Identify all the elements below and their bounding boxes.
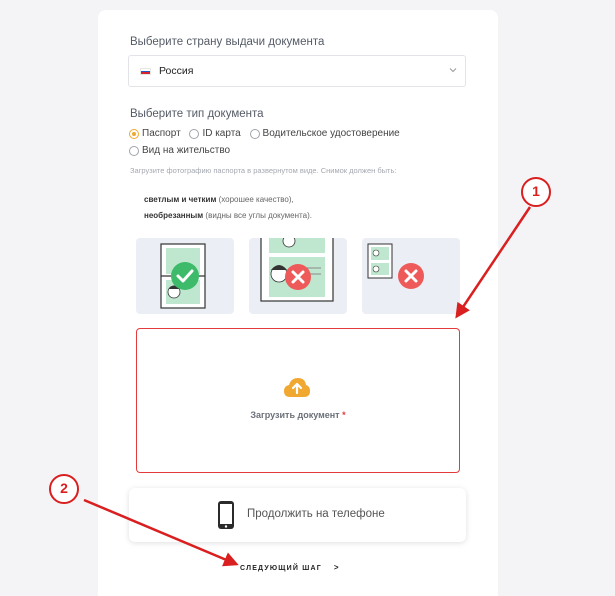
next-step-label: СЛЕДУЮЩИЙ ШАГ: [240, 565, 322, 572]
cross-icon: [398, 263, 424, 289]
next-step-button[interactable]: СЛЕДУЮЩИЙ ШАГ >: [240, 563, 339, 577]
upload-hint: Загрузите фотографию паспорта в разверну…: [130, 166, 397, 175]
example-cropped-photo: [249, 238, 347, 314]
radio-dot: [129, 129, 139, 139]
annotation-marker-1: 1: [521, 177, 551, 207]
radio-residence-permit[interactable]: Вид на жительство: [129, 144, 230, 158]
doc-type-label: Выберите тип документа: [130, 108, 264, 120]
example-good-photo: [136, 238, 234, 314]
radio-passport[interactable]: Паспорт: [129, 127, 181, 141]
document-upload-dropzone[interactable]: Загрузить документ *: [136, 328, 460, 473]
cloud-upload-icon: [284, 378, 310, 397]
doc-type-radio-group: Паспорт ID карта Водительское удостовере…: [129, 127, 459, 161]
country-label: Выберите страну выдачи документа: [130, 36, 325, 48]
continue-on-phone-label: Продолжить на телефоне: [247, 508, 385, 520]
example-small-photo: [362, 238, 460, 314]
radio-id-card[interactable]: ID карта: [189, 127, 241, 141]
radio-dot: [189, 129, 200, 139]
radio-label: Водительское удостоверение: [262, 128, 400, 139]
arrow-right-icon: >: [333, 563, 339, 572]
country-select[interactable]: Россия: [128, 55, 466, 87]
check-icon: [171, 262, 199, 290]
chevron-down-icon: [449, 68, 457, 73]
requirement-quality: светлым и четким (хорошее качество),: [144, 195, 294, 204]
radio-dot: [129, 146, 139, 156]
cross-icon: [285, 264, 311, 290]
radio-label: ID карта: [202, 128, 241, 139]
smartphone-icon: [218, 501, 234, 529]
russia-flag-icon: [140, 68, 151, 75]
radio-driver-license[interactable]: Водительское удостоверение: [249, 127, 400, 141]
annotation-marker-2: 2: [49, 474, 79, 504]
radio-label: Вид на жительство: [142, 145, 231, 156]
radio-label: Паспорт: [142, 128, 181, 139]
page: Выберите страну выдачи документа Россия …: [0, 0, 615, 596]
upload-label: Загрузить документ *: [250, 410, 346, 420]
country-selected-value: Россия: [159, 65, 194, 77]
radio-dot: [249, 129, 260, 139]
continue-on-phone-button[interactable]: Продолжить на телефоне: [129, 488, 466, 542]
requirement-uncropped: необрезанным (видны все углы документа).: [144, 211, 312, 220]
